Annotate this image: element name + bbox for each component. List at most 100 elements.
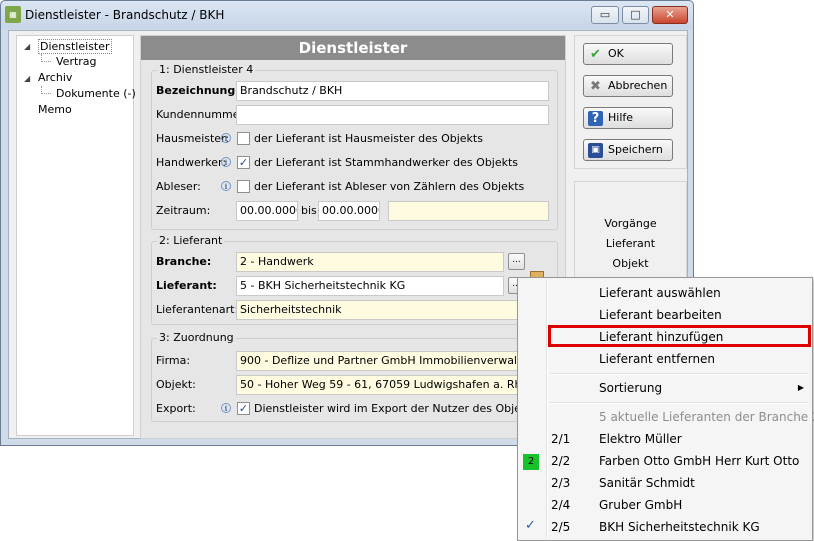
hausmeister-text: der Lieferant ist Hausmeister des Objekt… — [254, 132, 483, 145]
app-icon: ▦ — [5, 6, 21, 23]
supplier-number: 2/3 — [551, 476, 571, 490]
tree-item-dokumente[interactable]: Dokumente (-) — [56, 87, 136, 100]
nav-link-lieferant[interactable]: Lieferant — [575, 237, 686, 250]
panel-header: Dienstleister — [141, 36, 565, 60]
lieferant-field[interactable]: 5 - BKH Sicherheitstechnik KG — [236, 276, 504, 296]
collapse-arrow-icon[interactable]: ◢ — [24, 42, 30, 51]
ok-button[interactable]: ✔ OK — [583, 43, 673, 65]
export-checkbox[interactable]: ✓ — [237, 402, 250, 415]
ableser-checkbox[interactable] — [237, 180, 250, 193]
export-label: Export: — [156, 402, 196, 415]
firma-label: Firma: — [156, 354, 191, 367]
checkmark-icon: ✓ — [525, 518, 536, 533]
context-menu: Lieferant auswählen Lieferant bearbeiten… — [517, 277, 814, 541]
menu-item-supplier[interactable]: Farben Otto GmbH Herr Kurt Otto — [599, 454, 799, 468]
info-icon[interactable]: i — [221, 181, 231, 191]
menu-item-sortierung[interactable]: Sortierung — [599, 381, 662, 395]
group-lieferant: 2: Lieferant Branche: 2 - Handwerk ... L… — [151, 234, 558, 325]
ok-label: OK — [608, 47, 624, 60]
ableser-text: der Lieferant ist Ableser von Zählern de… — [254, 180, 525, 193]
hausmeister-label: Hausmeister: — [156, 132, 230, 145]
close-icon: ✕ — [665, 8, 675, 21]
menu-item-lieferant-entfernen[interactable]: Lieferant entfernen — [599, 352, 715, 366]
menu-item-lieferant-hinzufuegen[interactable]: Lieferant hinzufügen — [599, 330, 723, 344]
collapse-arrow-icon[interactable]: ◢ — [24, 74, 30, 83]
kundennummer-field[interactable] — [236, 105, 549, 125]
lieferant-label: Lieferant: — [156, 279, 217, 292]
save-icon: ▣ — [588, 143, 603, 158]
menu-item-supplier[interactable]: BKH Sicherheitstechnik KG — [599, 520, 760, 534]
supplier-number: 2/4 — [551, 498, 571, 512]
minimize-icon: ▭ — [599, 8, 611, 21]
zeitraum-to-field[interactable]: 00.00.0000 — [318, 201, 380, 221]
menu-separator — [550, 402, 808, 404]
close-button[interactable]: ✕ — [652, 6, 688, 24]
check-icon: ✔ — [590, 47, 601, 62]
info-icon[interactable]: i — [221, 133, 231, 143]
zeitraum-label: Zeitraum: — [156, 204, 211, 217]
bezeichnung-label: Bezeichnung: — [156, 84, 240, 97]
branche-label: Branche: — [156, 255, 212, 268]
menu-item-supplier[interactable]: Sanitär Schmidt — [599, 476, 695, 490]
branche-select-button[interactable]: ... — [508, 253, 525, 270]
menu-item-supplier[interactable]: Elektro Müller — [599, 432, 682, 446]
handwerker-text: der Lieferant ist Stammhandwerker des Ob… — [254, 156, 519, 169]
group-dienstleister: 1: Dienstleister 4 Bezeichnung: Brandsch… — [151, 63, 558, 230]
objekt-field[interactable]: 50 - Hoher Weg 59 - 61, 67059 Ludwigshaf… — [236, 375, 549, 395]
bezeichnung-field[interactable]: Brandschutz / BKH — [236, 81, 549, 101]
group-title: 3: Zuordnung — [157, 331, 236, 344]
lieferantenart-label: Lieferantenart: — [156, 303, 239, 316]
menu-item-supplier[interactable]: Gruber GmbH — [599, 498, 682, 512]
ableser-label: Ableser: — [156, 180, 201, 193]
menu-section-header: 5 aktuelle Lieferanten der Branche 2 — [599, 410, 814, 424]
menu-item-lieferant-bearbeiten[interactable]: Lieferant bearbeiten — [599, 308, 722, 322]
branche-field[interactable]: 2 - Handwerk — [236, 252, 504, 272]
hausmeister-checkbox[interactable] — [237, 132, 250, 145]
tree-connector — [41, 54, 51, 62]
group-title: 2: Lieferant — [157, 234, 225, 247]
maximize-icon: □ — [630, 8, 641, 21]
zeitraum-from-field[interactable]: 00.00.0000 — [236, 201, 298, 221]
zeitraum-note-field[interactable] — [388, 201, 549, 221]
firma-field[interactable]: 900 - Deflize und Partner GmbH Immobilie… — [236, 351, 549, 371]
zeitraum-bis-label: bis — [301, 204, 317, 217]
nav-link-vorgaenge[interactable]: Vorgänge — [575, 217, 686, 230]
cancel-icon: ✖ — [590, 79, 601, 94]
submenu-arrow-icon: ▶ — [797, 383, 804, 392]
objekt-label: Objekt: — [156, 378, 196, 391]
menu-gutter — [546, 280, 548, 538]
menu-separator — [550, 373, 808, 375]
group-zuordnung: 3: Zuordnung Firma: 900 - Deflize und Pa… — [151, 331, 573, 422]
abbrechen-label: Abbrechen — [608, 79, 668, 92]
lieferantenart-field[interactable]: Sicherheitstechnik — [236, 300, 549, 320]
abbrechen-button[interactable]: ✖ Abbrechen — [583, 75, 673, 97]
count-badge: 2 — [523, 454, 539, 470]
title-bar[interactable]: ▦ Dienstleister - Brandschutz / BKH ▭ □ … — [1, 1, 693, 29]
tree-item-archiv[interactable]: Archiv — [38, 71, 72, 84]
tree-item-memo[interactable]: Memo — [38, 103, 72, 116]
speichern-button[interactable]: ▣ Speichern — [583, 139, 673, 161]
tree-item-dienstleister[interactable]: Dienstleister — [38, 39, 112, 54]
maximize-button[interactable]: □ — [622, 6, 649, 24]
handwerker-label: Handwerker: — [156, 156, 227, 169]
info-icon[interactable]: i — [221, 157, 231, 167]
speichern-label: Speichern — [608, 143, 663, 156]
nav-link-objekt[interactable]: Objekt — [575, 257, 686, 270]
handwerker-checkbox[interactable]: ✓ — [237, 156, 250, 169]
supplier-number: 2/5 — [551, 520, 571, 534]
info-icon[interactable]: i — [221, 403, 231, 413]
menu-item-lieferant-auswaehlen[interactable]: Lieferant auswählen — [599, 286, 721, 300]
tree-connector — [41, 86, 51, 94]
supplier-number: 2/2 — [551, 454, 571, 468]
tree-item-vertrag[interactable]: Vertrag — [56, 55, 97, 68]
supplier-number: 2/1 — [551, 432, 571, 446]
kundennummer-label: Kundennummer: — [156, 108, 248, 121]
hilfe-label: Hilfe — [608, 111, 634, 124]
help-icon: ? — [588, 111, 603, 126]
hilfe-button[interactable]: ? Hilfe — [583, 107, 673, 129]
navigation-tree: ◢ Dienstleister Vertrag ◢ Archiv Dokumen… — [16, 35, 136, 436]
group-title: 1: Dienstleister 4 — [157, 63, 256, 76]
window-title: Dienstleister - Brandschutz / BKH — [25, 8, 225, 22]
minimize-button[interactable]: ▭ — [591, 6, 619, 24]
main-panel: Dienstleister 1: Dienstleister 4 Bezeich… — [140, 35, 573, 439]
